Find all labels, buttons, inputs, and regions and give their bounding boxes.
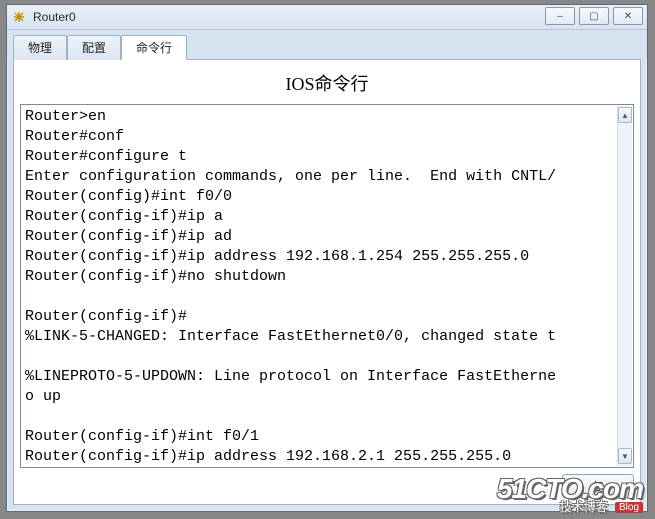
terminal-output[interactable]: Router>en Router#conf Router#configure t… xyxy=(25,107,617,465)
window-title: Router0 xyxy=(33,10,76,24)
maximize-button[interactable]: ▢ xyxy=(579,7,609,25)
titlebar[interactable]: Router0 – ▢ ✕ xyxy=(7,5,647,30)
tab-physical[interactable]: 物理 xyxy=(13,35,67,60)
close-button[interactable]: ✕ xyxy=(613,7,643,25)
panel-heading: IOS命令行 xyxy=(20,66,634,104)
minimize-button[interactable]: – xyxy=(545,7,575,25)
app-window: Router0 – ▢ ✕ 物理 配置 命令行 IOS命令行 Router>en… xyxy=(6,4,648,512)
footer-row: 复 xyxy=(20,468,634,498)
tab-cli[interactable]: 命令行 xyxy=(121,35,187,60)
scroll-down-icon[interactable]: ▼ xyxy=(618,448,632,464)
router-icon xyxy=(11,9,27,25)
cli-panel: IOS命令行 Router>en Router#conf Router#conf… xyxy=(13,59,641,505)
scroll-up-icon[interactable]: ▲ xyxy=(618,107,632,123)
scrollbar[interactable]: ▲ ▼ xyxy=(617,106,632,466)
tab-config[interactable]: 配置 xyxy=(67,35,121,60)
copy-button[interactable]: 复 xyxy=(562,474,634,498)
tab-strip: 物理 配置 命令行 xyxy=(7,30,647,59)
terminal-frame: Router>en Router#conf Router#configure t… xyxy=(20,104,634,468)
window-controls: – ▢ ✕ xyxy=(545,7,643,25)
